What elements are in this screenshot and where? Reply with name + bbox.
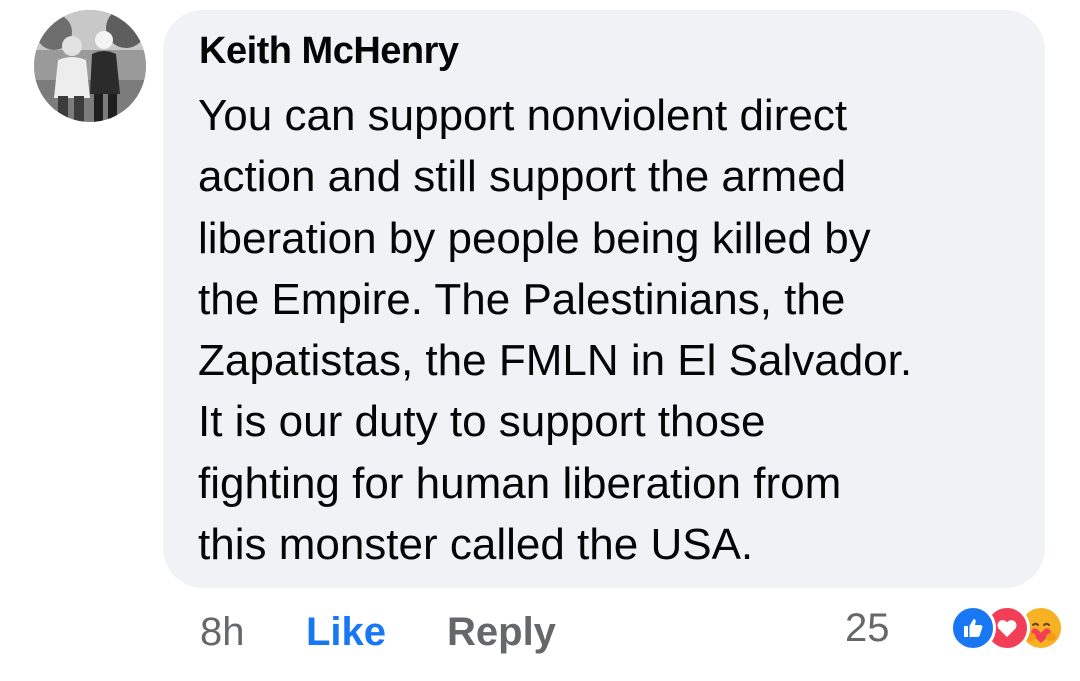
comment-text-line: It is our duty to support those (198, 397, 766, 447)
avatar[interactable] (34, 10, 146, 122)
comment-text-line: You can support nonviolent direct (198, 91, 848, 140)
comment-text-line: this monster called the USA. (198, 520, 754, 570)
reaction-count: 25 (845, 606, 890, 650)
comment-text-line: fighting for human liberation from (198, 458, 842, 508)
avatar-photo (34, 10, 146, 122)
comment-text-line: action and still support the armed (198, 152, 847, 202)
reaction-icons (894, 600, 1064, 656)
comment-text-line: Zapatistas, the FMLN in El Salvador. (198, 336, 913, 386)
comment-text-line: the Empire. The Palestinians, the (198, 274, 846, 324)
like-icon (949, 605, 996, 651)
comment-text-line: liberation by people being killed by (198, 213, 871, 263)
reply-button[interactable]: Reply (447, 606, 556, 658)
like-button[interactable]: Like (306, 606, 386, 658)
reactions-summary[interactable]: 25 (845, 600, 1064, 656)
comment-author-name[interactable]: Keith McHenry (199, 28, 459, 74)
comment-text: You can support nonviolent direct action… (198, 85, 1028, 575)
comment-timestamp[interactable]: 8h (200, 606, 245, 658)
